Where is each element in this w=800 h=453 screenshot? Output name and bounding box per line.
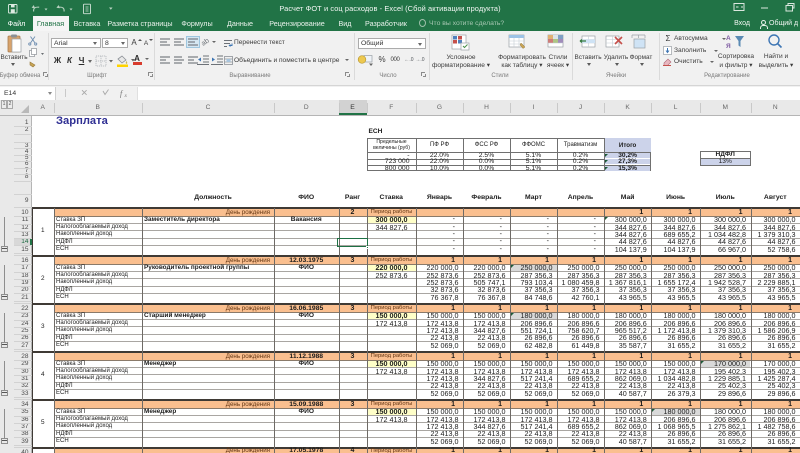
svg-text:А: А (726, 35, 731, 42)
svg-text:Я: Я (726, 43, 731, 50)
svg-text:x: x (124, 93, 128, 99)
svg-text:f: f (120, 89, 124, 98)
